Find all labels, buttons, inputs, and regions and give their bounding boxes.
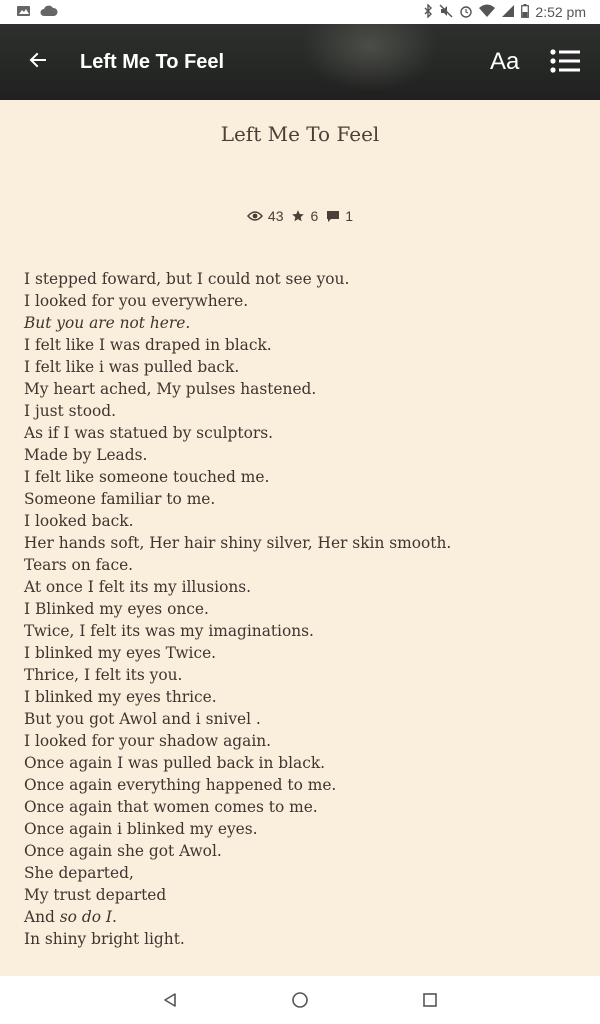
story-line: Twice, I felt its was my imaginations. [24,622,314,640]
story-line: Tears on face. [24,556,134,574]
story-line: As if I was statued by sculptors. [24,424,273,442]
star-icon [292,210,305,222]
status-bar-right: 2:52 pm [423,2,586,21]
story-line: Once again that women comes to me. [24,798,318,816]
nav-back-button[interactable] [160,990,180,1010]
story-line: And so do I. [24,908,117,926]
story-line: I just stood. [24,402,116,420]
story-line: Once again I was pulled back in black. [24,754,326,772]
story-line: In shiny bright light. [24,930,185,948]
app-bar-title: Left Me To Feel [80,51,225,73]
status-bar-left [16,4,58,21]
story-line: Made by Leads. [24,446,148,464]
story-text: I stepped foward, but I could not see yo… [24,268,584,950]
battery-icon [521,3,530,21]
story-line: My trust departed [24,886,167,904]
story-line: My heart ached, My pulses hastened. [24,380,317,398]
story-line: I felt like someone touched me. [24,468,270,486]
story-line: But you got Awol and i snivel . [24,710,261,728]
story-line: Once again she got Awol. [24,842,222,860]
story-line: I blinked my eyes thrice. [24,688,217,706]
story-line: Once again i blinked my eyes. [24,820,258,838]
story-line: She departed, [24,864,134,882]
reader-content[interactable]: Left Me To Feel 43 6 1 I stepped foward,… [0,100,600,976]
eye-icon [246,211,263,221]
arrow-left-icon [29,52,46,68]
views-count: 43 [267,208,284,224]
story-line: At once I felt its my illusions. [24,578,252,596]
mute-icon [439,4,453,21]
comments-count: 1 [345,208,354,224]
system-nav-bar [0,976,600,1024]
comments-stat[interactable]: 1 [326,208,353,224]
status-time: 2:52 pm [535,4,586,20]
story-line: I looked for your shadow again. [24,732,272,750]
story-title: Left Me To Feel [220,122,380,146]
back-button[interactable] [22,44,54,76]
header-background-image [290,24,450,100]
table-of-contents-button[interactable] [548,44,582,78]
comment-icon [327,210,340,222]
home-circle-icon [292,992,308,1008]
nav-home-button[interactable] [290,990,310,1010]
story-line: Someone familiar to me. [24,490,216,508]
status-bar: 2:52 pm [0,0,600,24]
story-line: I Blinked my eyes once. [24,600,209,618]
story-line: I felt like i was pulled back. [24,358,240,376]
back-triangle-icon [164,993,176,1007]
bluetooth-icon [423,2,433,21]
font-settings-button[interactable]: Aa [490,42,519,82]
votes-count: 6 [310,208,319,224]
story-line: I blinked my eyes Twice. [24,644,217,662]
story-line: But you are not here. [24,314,191,332]
story-line: Thrice, I felt its you. [24,666,183,684]
story-line: I looked back. [24,512,134,530]
image-icon [16,4,32,21]
wifi-icon [479,4,496,21]
story-line: Her hands soft, Her hair shiny silver, H… [24,534,452,552]
votes-stat[interactable]: 6 [291,208,318,224]
nav-recents-button[interactable] [420,990,440,1010]
story-line: Once again everything happened to me. [24,776,337,794]
story-line: I felt like I was draped in black. [24,336,272,354]
story-line: I looked for you everywhere. [24,292,249,310]
recents-square-icon [423,993,437,1007]
story-line: I stepped foward, but I could not see yo… [24,270,350,288]
views-stat: 43 [246,208,284,224]
list-icon [550,49,580,73]
alarm-icon [459,4,473,21]
app-bar: Left Me To Feel Aa [0,24,600,100]
signal-icon [501,4,515,21]
story-stats: 43 6 1 [0,208,600,224]
cloud-icon [40,4,58,21]
